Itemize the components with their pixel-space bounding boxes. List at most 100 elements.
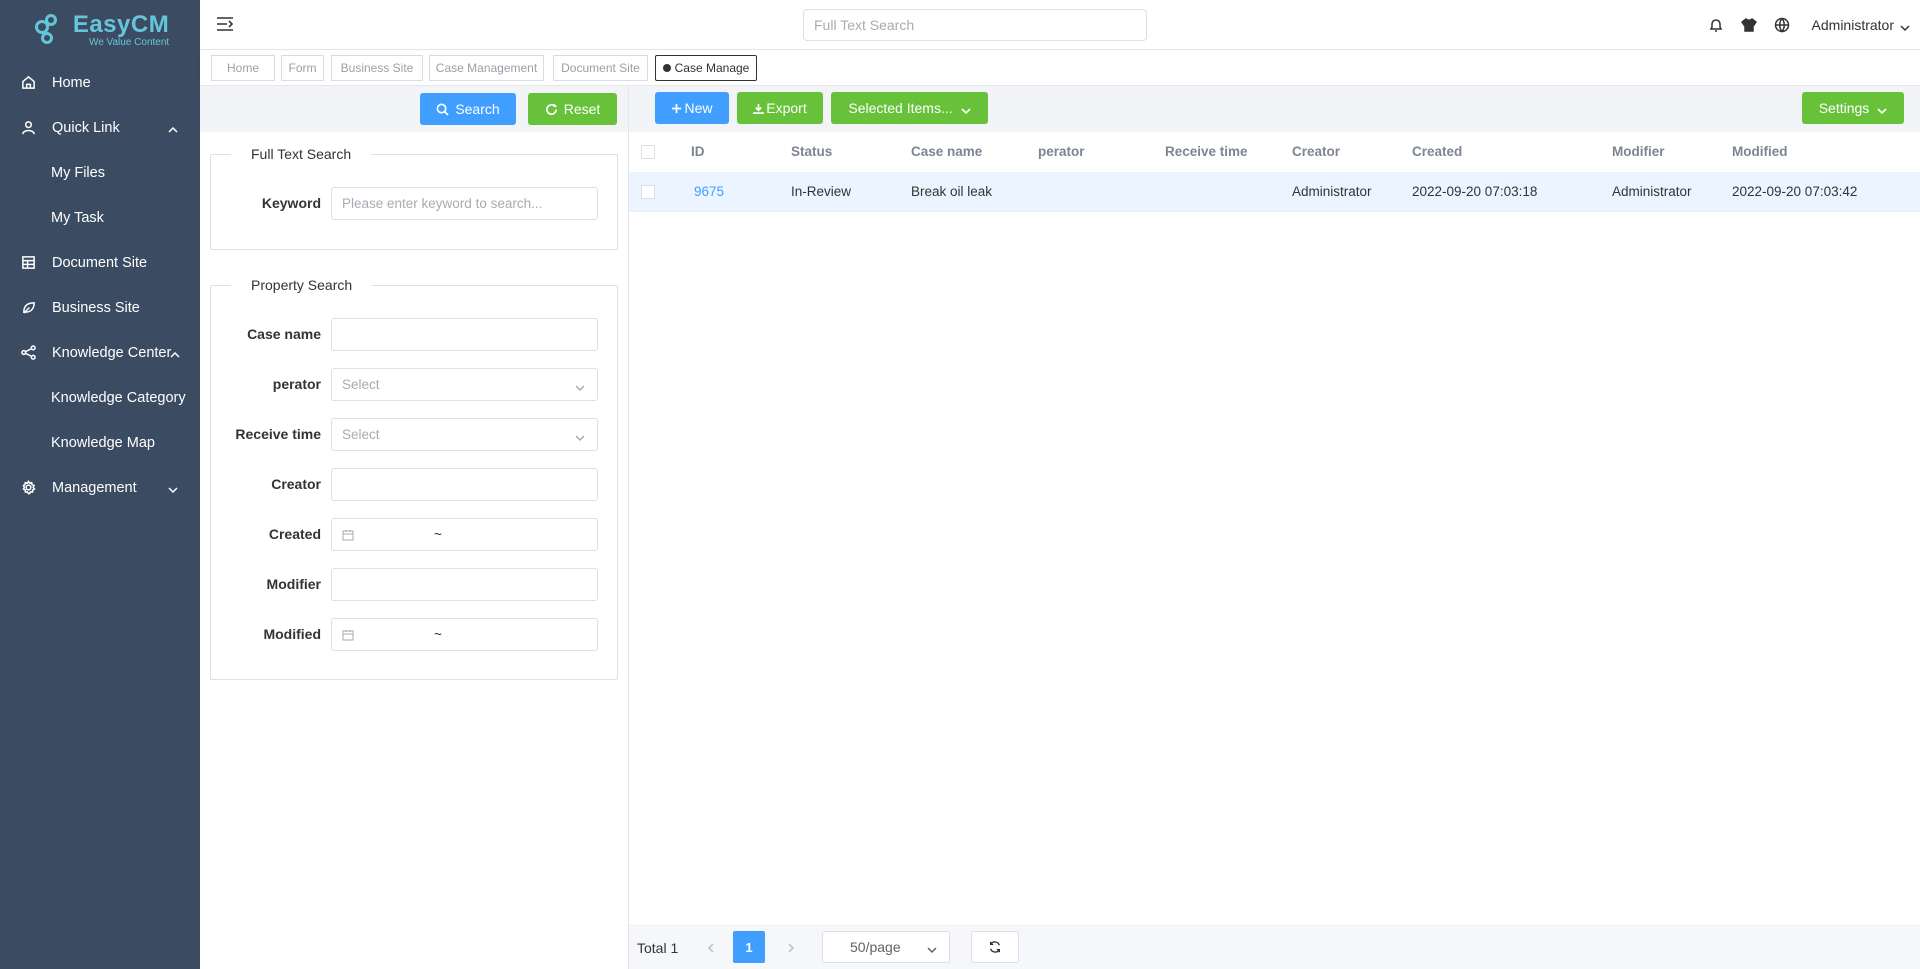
column-header-created[interactable]: Created	[1412, 144, 1462, 159]
sidebar-item-quick-link[interactable]: Quick Link	[0, 105, 200, 150]
tag-home[interactable]: Home	[211, 55, 275, 81]
bell-icon[interactable]	[1708, 17, 1724, 33]
selected-items-dropdown[interactable]: Selected Items...	[831, 92, 988, 124]
fulltext-legend: Full Text Search	[251, 146, 352, 162]
tags-view-bar: Home Form Business Site Case Management …	[200, 50, 1920, 86]
table-row[interactable]: 9675 In-Review Break oil leak Administra…	[629, 172, 1920, 212]
chevron-down-icon	[1877, 103, 1887, 115]
global-search-input[interactable]	[803, 9, 1147, 41]
next-page-icon[interactable]	[786, 940, 798, 954]
results-panel: New Export Selected Items... Settings ID…	[629, 86, 1920, 969]
tag-case-management[interactable]: Case Management	[429, 55, 544, 81]
page-number-current[interactable]: 1	[733, 931, 765, 963]
search-toolbar: Search Reset	[200, 86, 628, 132]
refresh-icon	[989, 941, 1001, 953]
column-header-receive-time[interactable]: Receive time	[1165, 144, 1248, 159]
select-all-checkbox[interactable]	[641, 145, 655, 159]
column-header-case-name[interactable]: Case name	[911, 144, 982, 159]
logo-mark-icon	[31, 12, 67, 48]
property-legend: Property Search	[251, 277, 353, 293]
cell-created: 2022-09-20 07:03:18	[1412, 184, 1538, 199]
home-icon	[20, 75, 36, 91]
search-panel: Search Reset Full Text Search Keyword Pl…	[200, 86, 629, 969]
document-icon	[20, 255, 36, 271]
sidebar-item-knowledge-category[interactable]: Knowledge Category	[0, 375, 200, 420]
user-menu[interactable]: Administrator	[1812, 17, 1894, 33]
reset-button[interactable]: Reset	[528, 93, 617, 125]
keyword-label: Keyword	[261, 195, 321, 211]
search-button-label: Search	[455, 101, 500, 117]
receive-time-placeholder: Select	[342, 427, 380, 442]
search-icon	[436, 103, 449, 116]
tag-label: Case Manage	[674, 61, 750, 75]
range-separator: ~	[434, 627, 442, 642]
sidebar-item-label: Quick Link	[52, 119, 120, 136]
pagination-total: Total 1	[637, 940, 679, 956]
sidebar-item-business-site[interactable]: Business Site	[0, 285, 200, 330]
sidebar-item-label: Document Site	[52, 254, 148, 271]
sidebar-item-label: Management	[52, 479, 137, 496]
tag-document-site[interactable]: Document Site	[553, 55, 648, 81]
perator-placeholder: Select	[342, 377, 380, 392]
refresh-icon	[545, 103, 557, 115]
page-size-select[interactable]: 50/page	[822, 931, 950, 963]
chevron-up-icon	[170, 348, 180, 358]
column-header-status[interactable]: Status	[791, 144, 832, 159]
receive-time-select[interactable]: Select	[331, 418, 598, 451]
export-button[interactable]: Export	[737, 92, 823, 124]
theme-shirt-icon[interactable]	[1740, 17, 1758, 33]
cell-status: In-Review	[791, 184, 852, 199]
sidebar-item-home[interactable]: Home	[0, 60, 200, 105]
sidebar-item-my-task[interactable]: My Task	[0, 195, 200, 240]
refresh-button[interactable]	[971, 931, 1019, 963]
creator-input[interactable]	[331, 468, 598, 501]
cell-id-link[interactable]: 9675	[694, 184, 724, 199]
app-logo[interactable]: EasyCM We Value Content	[0, 0, 200, 60]
sidebar-item-knowledge-map[interactable]: Knowledge Map	[0, 420, 200, 465]
row-checkbox[interactable]	[641, 185, 655, 199]
globe-icon[interactable]	[1774, 17, 1790, 33]
tag-business-site[interactable]: Business Site	[331, 55, 423, 81]
case-name-label: Case name	[247, 326, 321, 342]
chevron-down-icon	[961, 103, 971, 115]
search-button[interactable]: Search	[420, 93, 516, 125]
table-toolbar: New Export Selected Items... Settings	[629, 86, 1920, 132]
sidebar-item-label: Knowledge Category	[51, 389, 186, 406]
perator-select[interactable]: Select	[331, 368, 598, 401]
modified-row: Modified ~	[211, 618, 617, 652]
sidebar: EasyCM We Value Content Home Quick Link …	[0, 0, 200, 969]
cell-modified: 2022-09-20 07:03:42	[1732, 184, 1858, 199]
table-header: ID Status Case name perator Receive time…	[629, 132, 1920, 172]
prev-page-icon[interactable]	[706, 940, 718, 954]
sidebar-item-knowledge-center[interactable]: Knowledge Center	[0, 330, 200, 375]
column-header-modifier[interactable]: Modifier	[1612, 144, 1665, 159]
column-header-id[interactable]: ID	[691, 144, 705, 159]
new-button[interactable]: New	[655, 92, 729, 124]
sidebar-item-label: Knowledge Center	[52, 344, 172, 361]
creator-label: Creator	[271, 476, 321, 492]
chevron-down-icon[interactable]	[1900, 20, 1910, 32]
created-date-range[interactable]: ~	[331, 518, 598, 551]
sidebar-item-my-files[interactable]: My Files	[0, 150, 200, 195]
tag-case-manage[interactable]: Case Manage	[655, 55, 757, 81]
sidebar-item-document-site[interactable]: Document Site	[0, 240, 200, 285]
settings-dropdown[interactable]: Settings	[1802, 92, 1904, 124]
collapse-menu-icon[interactable]	[216, 15, 234, 33]
column-header-creator[interactable]: Creator	[1292, 144, 1340, 159]
sidebar-item-management[interactable]: Management	[0, 465, 200, 510]
tag-form[interactable]: Form	[281, 55, 324, 81]
modifier-input[interactable]	[331, 568, 598, 601]
page-size-value: 50/page	[850, 939, 901, 955]
sidebar-item-label: Knowledge Map	[51, 434, 155, 451]
case-name-row: Case name	[211, 318, 617, 352]
gear-icon	[20, 480, 36, 496]
column-header-perator[interactable]: perator	[1038, 144, 1085, 159]
share-icon	[20, 345, 36, 361]
range-separator: ~	[434, 527, 442, 542]
keyword-input[interactable]: Please enter keyword to search...	[331, 187, 598, 220]
chevron-down-icon	[168, 483, 178, 493]
modified-label: Modified	[263, 626, 321, 642]
column-header-modified[interactable]: Modified	[1732, 144, 1788, 159]
modified-date-range[interactable]: ~	[331, 618, 598, 651]
case-name-input[interactable]	[331, 318, 598, 351]
